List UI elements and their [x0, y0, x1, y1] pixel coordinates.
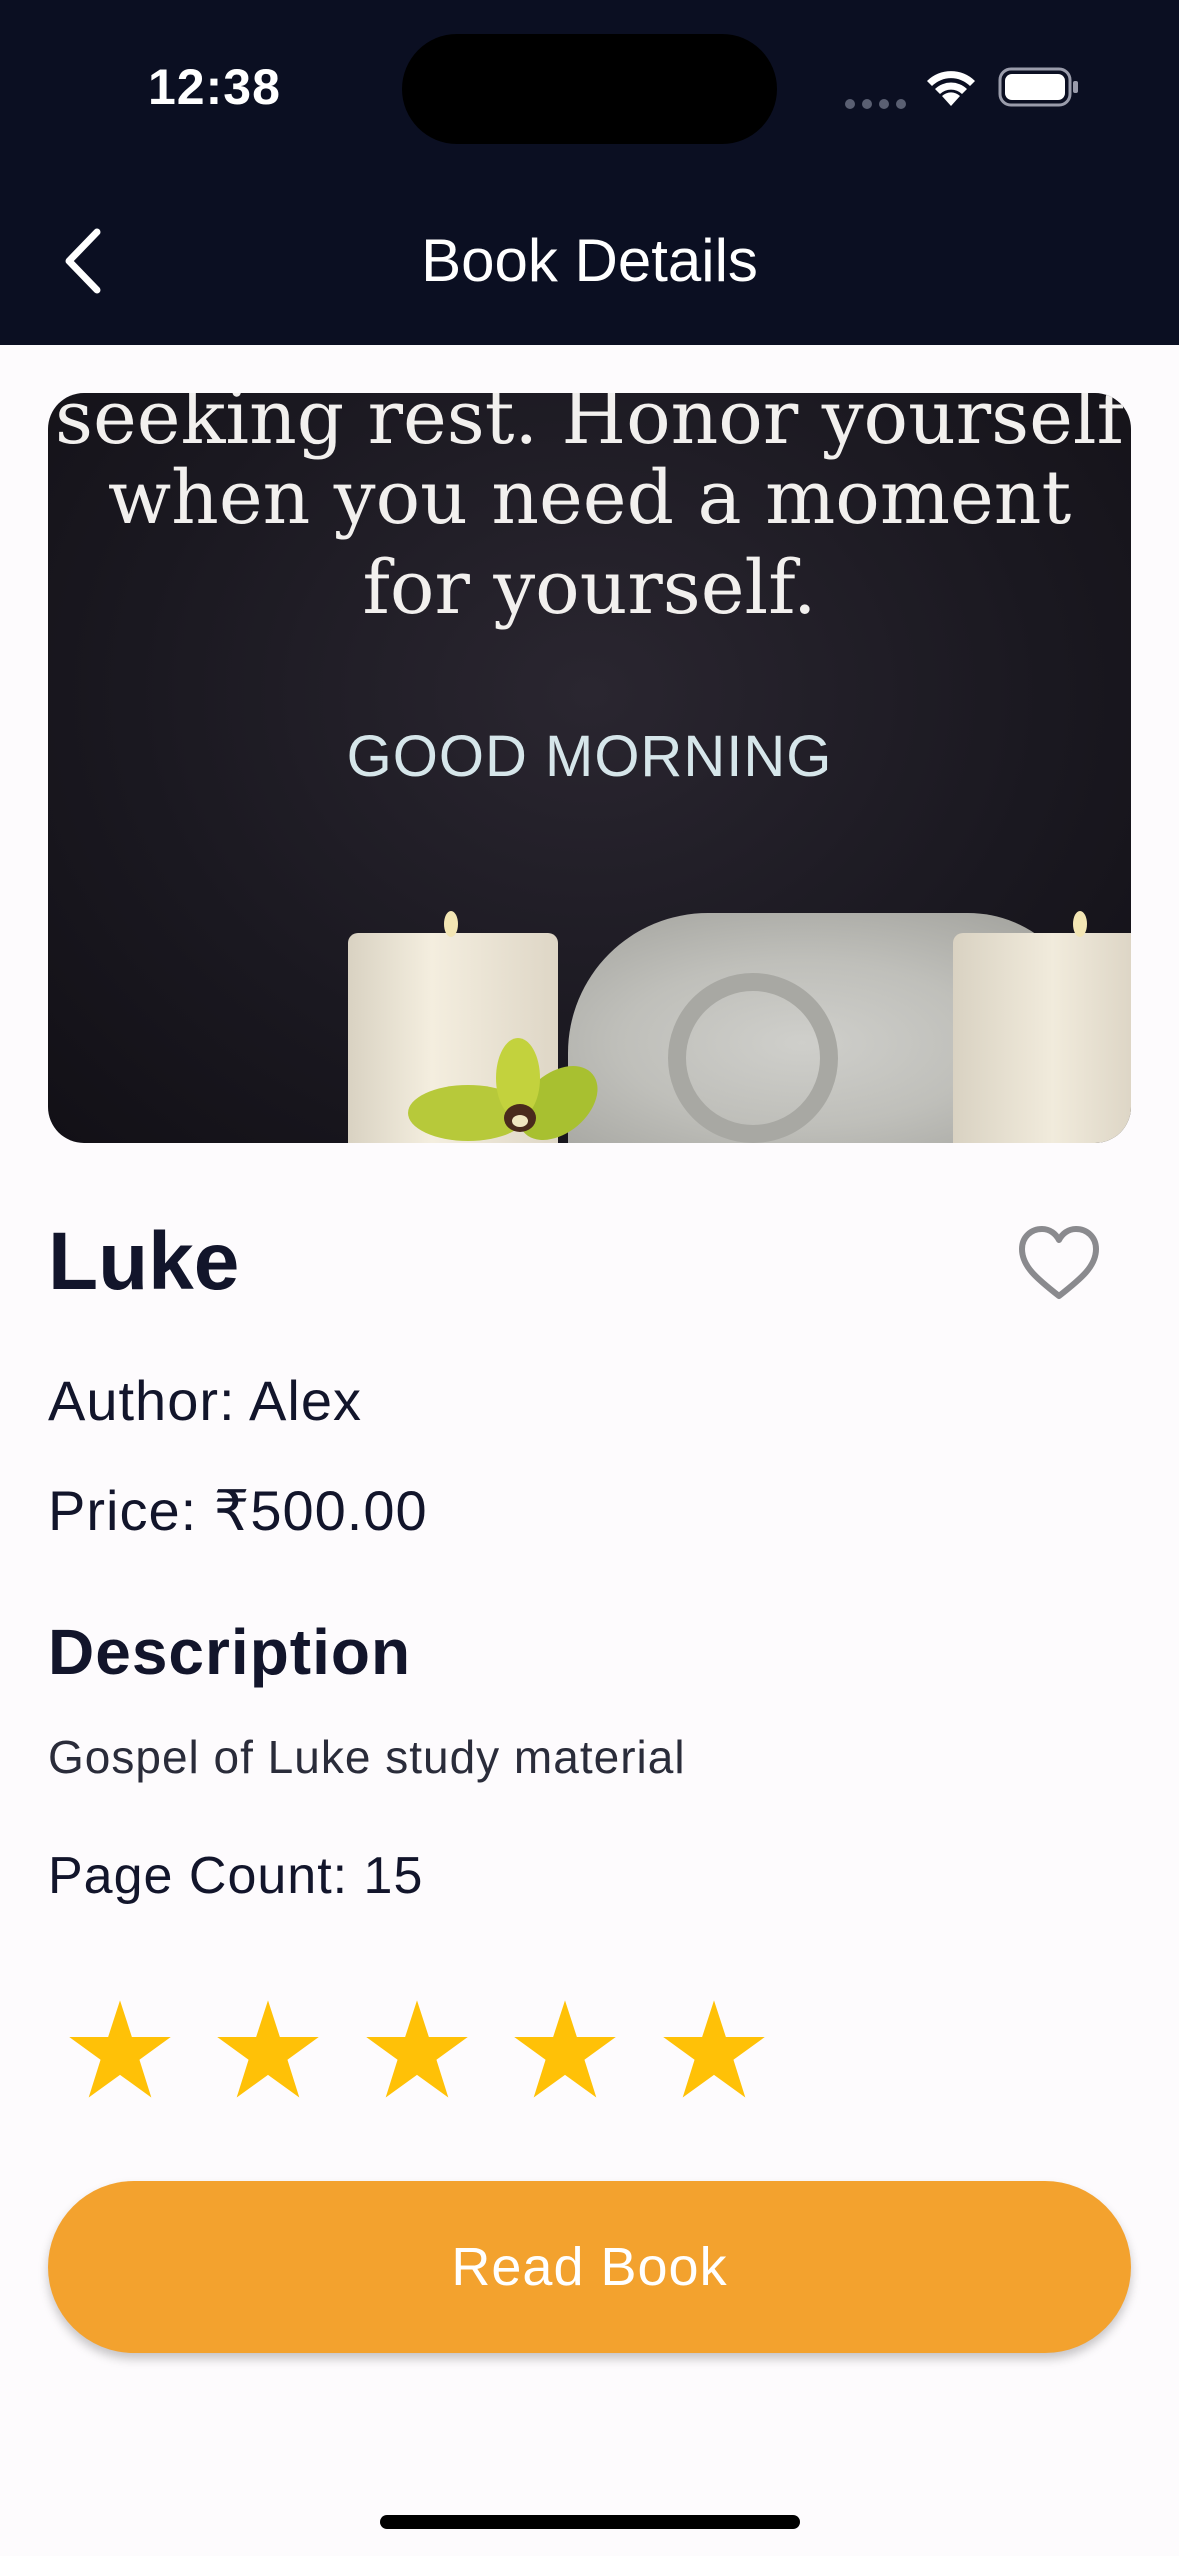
dynamic-island [402, 34, 777, 144]
read-book-button[interactable]: Read Book [48, 2181, 1131, 2353]
home-indicator[interactable] [380, 2515, 800, 2529]
cover-greeting: GOOD MORNING [346, 724, 833, 789]
cover-text-line-3: for yourself. [362, 545, 817, 631]
book-price: Price: ₹500.00 [48, 1479, 428, 1542]
cover-text-line-1: seeking rest. Honor yourself [55, 393, 1124, 461]
wifi-icon [927, 71, 975, 106]
cellular-signal-icon [845, 96, 913, 114]
star-icon[interactable] [66, 1996, 174, 2104]
page-title: Book Details [421, 227, 758, 294]
book-title: Luke [48, 1216, 240, 1307]
cover-text-line-2: when you need a moment [107, 455, 1072, 541]
book-author: Author: Alex [48, 1369, 362, 1432]
status-time: 12:38 [148, 59, 281, 115]
favorite-heart-icon[interactable] [1016, 1224, 1102, 1304]
page-count: Page Count: 15 [48, 1847, 424, 1905]
app-header: 12:38 Book Details [0, 0, 1179, 345]
description-text: Gospel of Luke study material [48, 1731, 686, 1783]
star-rating[interactable] [66, 1996, 804, 2109]
star-icon[interactable] [214, 1996, 322, 2104]
star-icon[interactable] [511, 1996, 619, 2104]
star-icon[interactable] [363, 1996, 471, 2104]
star-icon[interactable] [660, 1996, 768, 2104]
description-heading: Description [48, 1616, 412, 1688]
candle-right [953, 911, 1131, 1143]
book-cover-image: seeking rest. Honor yourself when you ne… [48, 393, 1131, 1143]
battery-icon [998, 67, 1078, 107]
orchid-flower [408, 1038, 598, 1141]
